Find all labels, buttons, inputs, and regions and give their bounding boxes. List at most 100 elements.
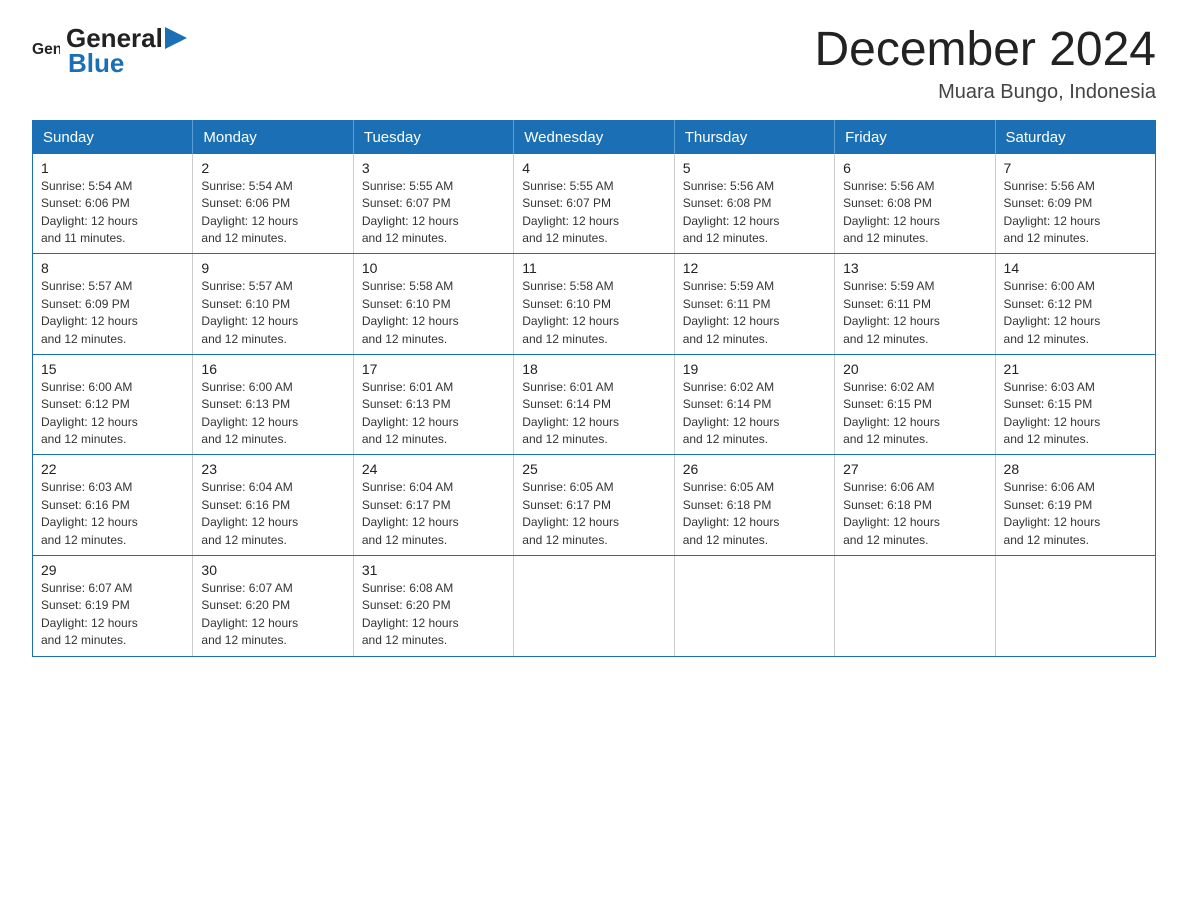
day-info: Sunrise: 5:54 AM Sunset: 6:06 PM Dayligh… bbox=[41, 178, 184, 248]
day-number: 19 bbox=[683, 361, 826, 377]
day-number: 8 bbox=[41, 260, 184, 276]
day-number: 11 bbox=[522, 260, 665, 276]
calendar-cell: 4 Sunrise: 5:55 AM Sunset: 6:07 PM Dayli… bbox=[514, 154, 674, 254]
day-number: 30 bbox=[201, 562, 344, 578]
day-number: 26 bbox=[683, 461, 826, 477]
day-number: 24 bbox=[362, 461, 505, 477]
day-info: Sunrise: 5:55 AM Sunset: 6:07 PM Dayligh… bbox=[522, 178, 665, 248]
calendar-cell bbox=[514, 556, 674, 657]
day-info: Sunrise: 6:00 AM Sunset: 6:12 PM Dayligh… bbox=[1004, 278, 1147, 348]
calendar-cell: 23 Sunrise: 6:04 AM Sunset: 6:16 PM Dayl… bbox=[193, 455, 353, 556]
day-number: 12 bbox=[683, 260, 826, 276]
day-info: Sunrise: 6:00 AM Sunset: 6:12 PM Dayligh… bbox=[41, 379, 184, 449]
day-info: Sunrise: 6:06 AM Sunset: 6:18 PM Dayligh… bbox=[843, 479, 986, 549]
day-number: 23 bbox=[201, 461, 344, 477]
day-number: 21 bbox=[1004, 361, 1147, 377]
day-number: 9 bbox=[201, 260, 344, 276]
day-number: 10 bbox=[362, 260, 505, 276]
calendar-cell: 18 Sunrise: 6:01 AM Sunset: 6:14 PM Dayl… bbox=[514, 354, 674, 455]
weekday-header-wednesday: Wednesday bbox=[514, 120, 674, 154]
calendar-cell: 1 Sunrise: 5:54 AM Sunset: 6:06 PM Dayli… bbox=[33, 154, 193, 254]
day-info: Sunrise: 6:07 AM Sunset: 6:20 PM Dayligh… bbox=[201, 580, 344, 650]
calendar-cell: 19 Sunrise: 6:02 AM Sunset: 6:14 PM Dayl… bbox=[674, 354, 834, 455]
calendar-cell: 10 Sunrise: 5:58 AM Sunset: 6:10 PM Dayl… bbox=[353, 254, 513, 355]
calendar-cell: 15 Sunrise: 6:00 AM Sunset: 6:12 PM Dayl… bbox=[33, 354, 193, 455]
calendar-cell: 13 Sunrise: 5:59 AM Sunset: 6:11 PM Dayl… bbox=[835, 254, 995, 355]
calendar-cell: 16 Sunrise: 6:00 AM Sunset: 6:13 PM Dayl… bbox=[193, 354, 353, 455]
calendar-cell: 2 Sunrise: 5:54 AM Sunset: 6:06 PM Dayli… bbox=[193, 154, 353, 254]
day-info: Sunrise: 6:02 AM Sunset: 6:14 PM Dayligh… bbox=[683, 379, 826, 449]
calendar-cell: 11 Sunrise: 5:58 AM Sunset: 6:10 PM Dayl… bbox=[514, 254, 674, 355]
day-number: 31 bbox=[362, 562, 505, 578]
calendar-cell: 8 Sunrise: 5:57 AM Sunset: 6:09 PM Dayli… bbox=[33, 254, 193, 355]
day-info: Sunrise: 5:55 AM Sunset: 6:07 PM Dayligh… bbox=[362, 178, 505, 248]
calendar-cell: 3 Sunrise: 5:55 AM Sunset: 6:07 PM Dayli… bbox=[353, 154, 513, 254]
day-number: 14 bbox=[1004, 260, 1147, 276]
day-number: 20 bbox=[843, 361, 986, 377]
day-info: Sunrise: 6:04 AM Sunset: 6:17 PM Dayligh… bbox=[362, 479, 505, 549]
weekday-header-friday: Friday bbox=[835, 120, 995, 154]
weekday-row: SundayMondayTuesdayWednesdayThursdayFrid… bbox=[33, 120, 1156, 154]
day-info: Sunrise: 5:58 AM Sunset: 6:10 PM Dayligh… bbox=[362, 278, 505, 348]
day-number: 16 bbox=[201, 361, 344, 377]
logo-arrow-icon bbox=[165, 27, 187, 49]
calendar-week-row: 1 Sunrise: 5:54 AM Sunset: 6:06 PM Dayli… bbox=[33, 154, 1156, 254]
day-info: Sunrise: 5:57 AM Sunset: 6:10 PM Dayligh… bbox=[201, 278, 344, 348]
logo-icon: General bbox=[32, 37, 60, 65]
day-info: Sunrise: 5:54 AM Sunset: 6:06 PM Dayligh… bbox=[201, 178, 344, 248]
day-info: Sunrise: 5:56 AM Sunset: 6:08 PM Dayligh… bbox=[683, 178, 826, 248]
calendar-cell: 7 Sunrise: 5:56 AM Sunset: 6:09 PM Dayli… bbox=[995, 154, 1155, 254]
day-number: 28 bbox=[1004, 461, 1147, 477]
calendar-cell: 21 Sunrise: 6:03 AM Sunset: 6:15 PM Dayl… bbox=[995, 354, 1155, 455]
page-header: General General Blue December 2024 Muara… bbox=[32, 24, 1156, 104]
calendar-cell bbox=[995, 556, 1155, 657]
day-info: Sunrise: 6:06 AM Sunset: 6:19 PM Dayligh… bbox=[1004, 479, 1147, 549]
page-title: December 2024 bbox=[814, 24, 1156, 77]
day-info: Sunrise: 6:03 AM Sunset: 6:15 PM Dayligh… bbox=[1004, 379, 1147, 449]
day-number: 15 bbox=[41, 361, 184, 377]
day-info: Sunrise: 6:07 AM Sunset: 6:19 PM Dayligh… bbox=[41, 580, 184, 650]
svg-text:General: General bbox=[32, 41, 60, 58]
calendar-header: SundayMondayTuesdayWednesdayThursdayFrid… bbox=[33, 120, 1156, 154]
calendar-cell: 12 Sunrise: 5:59 AM Sunset: 6:11 PM Dayl… bbox=[674, 254, 834, 355]
day-number: 7 bbox=[1004, 160, 1147, 176]
calendar-table: SundayMondayTuesdayWednesdayThursdayFrid… bbox=[32, 120, 1156, 657]
calendar-cell: 25 Sunrise: 6:05 AM Sunset: 6:17 PM Dayl… bbox=[514, 455, 674, 556]
day-number: 29 bbox=[41, 562, 184, 578]
calendar-body: 1 Sunrise: 5:54 AM Sunset: 6:06 PM Dayli… bbox=[33, 154, 1156, 656]
day-number: 2 bbox=[201, 160, 344, 176]
calendar-week-row: 15 Sunrise: 6:00 AM Sunset: 6:12 PM Dayl… bbox=[33, 354, 1156, 455]
calendar-cell: 28 Sunrise: 6:06 AM Sunset: 6:19 PM Dayl… bbox=[995, 455, 1155, 556]
calendar-cell: 30 Sunrise: 6:07 AM Sunset: 6:20 PM Dayl… bbox=[193, 556, 353, 657]
calendar-week-row: 29 Sunrise: 6:07 AM Sunset: 6:19 PM Dayl… bbox=[33, 556, 1156, 657]
weekday-header-sunday: Sunday bbox=[33, 120, 193, 154]
calendar-cell: 5 Sunrise: 5:56 AM Sunset: 6:08 PM Dayli… bbox=[674, 154, 834, 254]
day-info: Sunrise: 6:04 AM Sunset: 6:16 PM Dayligh… bbox=[201, 479, 344, 549]
calendar-cell bbox=[674, 556, 834, 657]
calendar-cell: 31 Sunrise: 6:08 AM Sunset: 6:20 PM Dayl… bbox=[353, 556, 513, 657]
day-info: Sunrise: 6:05 AM Sunset: 6:17 PM Dayligh… bbox=[522, 479, 665, 549]
day-info: Sunrise: 6:03 AM Sunset: 6:16 PM Dayligh… bbox=[41, 479, 184, 549]
calendar-cell: 20 Sunrise: 6:02 AM Sunset: 6:15 PM Dayl… bbox=[835, 354, 995, 455]
day-info: Sunrise: 5:58 AM Sunset: 6:10 PM Dayligh… bbox=[522, 278, 665, 348]
calendar-cell bbox=[835, 556, 995, 657]
calendar-cell: 29 Sunrise: 6:07 AM Sunset: 6:19 PM Dayl… bbox=[33, 556, 193, 657]
day-info: Sunrise: 5:56 AM Sunset: 6:09 PM Dayligh… bbox=[1004, 178, 1147, 248]
calendar-week-row: 8 Sunrise: 5:57 AM Sunset: 6:09 PM Dayli… bbox=[33, 254, 1156, 355]
day-info: Sunrise: 5:57 AM Sunset: 6:09 PM Dayligh… bbox=[41, 278, 184, 348]
day-info: Sunrise: 6:02 AM Sunset: 6:15 PM Dayligh… bbox=[843, 379, 986, 449]
calendar-cell: 26 Sunrise: 6:05 AM Sunset: 6:18 PM Dayl… bbox=[674, 455, 834, 556]
day-number: 25 bbox=[522, 461, 665, 477]
day-number: 22 bbox=[41, 461, 184, 477]
weekday-header-saturday: Saturday bbox=[995, 120, 1155, 154]
page-subtitle: Muara Bungo, Indonesia bbox=[814, 81, 1156, 104]
title-block: December 2024 Muara Bungo, Indonesia bbox=[814, 24, 1156, 104]
day-number: 5 bbox=[683, 160, 826, 176]
day-info: Sunrise: 6:00 AM Sunset: 6:13 PM Dayligh… bbox=[201, 379, 344, 449]
weekday-header-monday: Monday bbox=[193, 120, 353, 154]
calendar-cell: 17 Sunrise: 6:01 AM Sunset: 6:13 PM Dayl… bbox=[353, 354, 513, 455]
calendar-cell: 14 Sunrise: 6:00 AM Sunset: 6:12 PM Dayl… bbox=[995, 254, 1155, 355]
calendar-cell: 22 Sunrise: 6:03 AM Sunset: 6:16 PM Dayl… bbox=[33, 455, 193, 556]
calendar-week-row: 22 Sunrise: 6:03 AM Sunset: 6:16 PM Dayl… bbox=[33, 455, 1156, 556]
day-info: Sunrise: 5:59 AM Sunset: 6:11 PM Dayligh… bbox=[843, 278, 986, 348]
